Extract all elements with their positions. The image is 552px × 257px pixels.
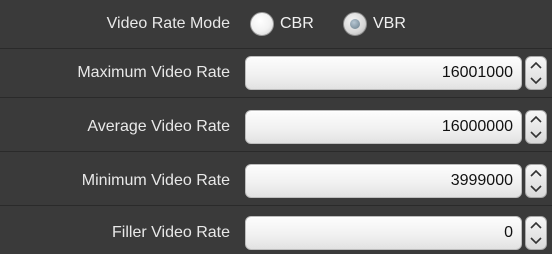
minimum-video-rate-value[interactable]: 3999000 — [451, 165, 513, 197]
average-video-rate-spinner[interactable] — [525, 110, 547, 144]
filler-video-rate-value[interactable]: 0 — [504, 217, 513, 249]
filler-video-rate-spinner[interactable] — [525, 216, 547, 250]
chevron-up-icon[interactable] — [526, 111, 546, 127]
video-rate-settings-panel: Video Rate Mode CBR VBR Maximum Video Ra… — [0, 0, 552, 254]
maximum-video-rate-spinner[interactable] — [525, 56, 547, 90]
minimum-video-rate-label: Minimum Video Rate — [81, 172, 230, 189]
filler-video-rate-input[interactable]: 0 — [245, 216, 522, 250]
average-video-rate-value[interactable]: 16000000 — [442, 111, 513, 143]
cbr-radio-label[interactable]: CBR — [280, 12, 314, 36]
minimum-video-rate-row: Minimum Video Rate 3999000 — [0, 157, 552, 206]
minimum-video-rate-spinner[interactable] — [525, 164, 547, 198]
chevron-down-icon[interactable] — [526, 127, 546, 143]
cbr-radio-button[interactable] — [250, 12, 274, 36]
average-video-rate-row: Average Video Rate 16000000 — [0, 103, 552, 152]
maximum-video-rate-input[interactable]: 16001000 — [245, 56, 522, 90]
maximum-video-rate-row: Maximum Video Rate 16001000 — [0, 49, 552, 98]
average-video-rate-input[interactable]: 16000000 — [245, 110, 522, 144]
maximum-video-rate-value[interactable]: 16001000 — [442, 57, 513, 89]
minimum-video-rate-input[interactable]: 3999000 — [245, 164, 522, 198]
cbr-radio-option[interactable]: CBR — [250, 12, 314, 36]
chevron-up-icon[interactable] — [526, 165, 546, 181]
video-rate-mode-label: Video Rate Mode — [106, 15, 230, 32]
average-video-rate-label: Average Video Rate — [87, 118, 230, 135]
vbr-radio-button[interactable] — [343, 12, 367, 36]
chevron-up-icon[interactable] — [526, 57, 546, 73]
chevron-up-icon[interactable] — [526, 217, 546, 233]
chevron-down-icon[interactable] — [526, 233, 546, 249]
chevron-down-icon[interactable] — [526, 181, 546, 197]
maximum-video-rate-label: Maximum Video Rate — [77, 64, 230, 81]
filler-video-rate-label: Filler Video Rate — [112, 224, 230, 241]
vbr-radio-label[interactable]: VBR — [373, 12, 406, 36]
filler-video-rate-row: Filler Video Rate 0 — [0, 209, 552, 257]
video-rate-mode-row: Video Rate Mode CBR VBR — [0, 0, 552, 49]
vbr-radio-option[interactable]: VBR — [343, 12, 406, 36]
chevron-down-icon[interactable] — [526, 73, 546, 89]
